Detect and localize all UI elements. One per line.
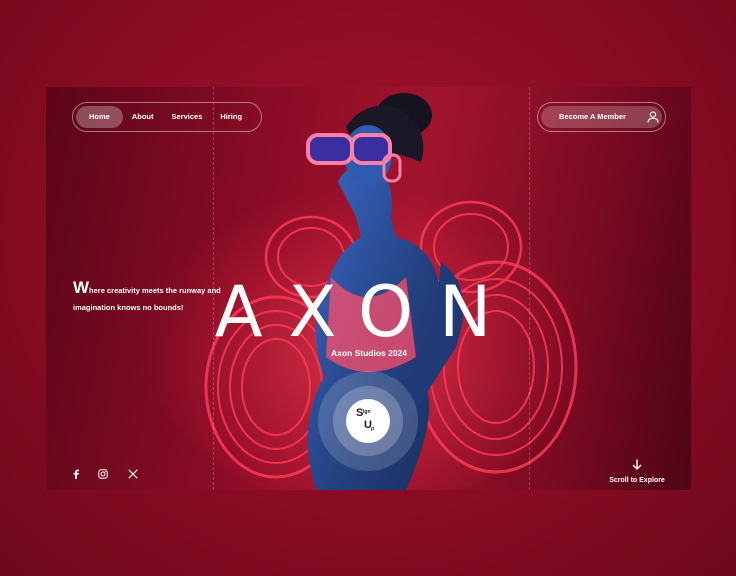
brand-subtitle: Axon Studios 2024 xyxy=(330,348,408,358)
x-icon[interactable] xyxy=(128,469,138,479)
main-nav: Home About Services Hiring xyxy=(72,102,262,132)
nav-about[interactable]: About xyxy=(123,106,163,128)
signup-letter-p: p xyxy=(371,426,375,432)
arrow-down-icon xyxy=(632,459,642,470)
become-member-label: Become A Member xyxy=(559,112,626,121)
signup-letters-ign: ign xyxy=(363,409,371,415)
signup-ring: S ign U p xyxy=(318,371,418,471)
nav-home[interactable]: Home xyxy=(76,106,123,128)
instagram-icon[interactable] xyxy=(98,469,108,479)
become-member-pill[interactable]: Become A Member xyxy=(541,106,662,128)
scroll-label: Scroll to Explore xyxy=(609,477,665,484)
tagline-initial: W xyxy=(73,278,90,297)
scroll-to-explore[interactable]: Scroll to Explore xyxy=(602,457,672,484)
signup-button[interactable]: S ign U p xyxy=(346,399,390,443)
user-icon xyxy=(647,111,659,123)
nav-services[interactable]: Services xyxy=(163,106,212,128)
hero-frame: Home About Services Hiring Become A Memb… xyxy=(46,87,691,490)
become-member-button[interactable]: Become A Member xyxy=(537,102,666,132)
nav-hiring[interactable]: Hiring xyxy=(211,106,251,128)
brand-title: AXON xyxy=(214,271,518,353)
facebook-icon[interactable] xyxy=(72,469,80,479)
